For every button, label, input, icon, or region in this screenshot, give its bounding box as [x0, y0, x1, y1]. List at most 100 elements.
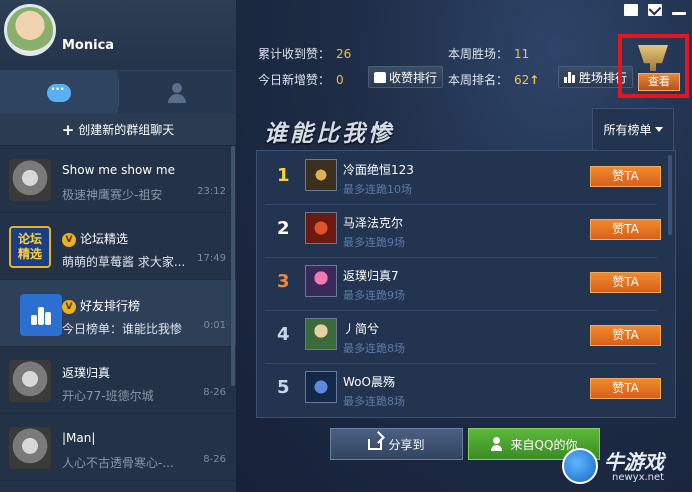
conversation-name: Show me show me: [62, 163, 175, 177]
list-scrollbar[interactable]: [668, 155, 672, 235]
conversation-message: 萌萌的草莓酱 求大家...: [62, 255, 186, 269]
like-button[interactable]: 赞TA: [590, 272, 661, 293]
conversation-message: 开心77-班德尔城: [62, 389, 154, 403]
like-button[interactable]: 赞TA: [590, 219, 661, 240]
loss-streak: 最多连跪9场: [343, 289, 405, 302]
weekly-rank-value: 62: [514, 73, 530, 87]
conversation-time: 8-26: [203, 387, 226, 398]
sidebar-scrollbar[interactable]: [231, 146, 235, 386]
total-likes-value: 26: [336, 47, 352, 61]
share-icon: [368, 438, 383, 450]
rank-number: 4: [277, 324, 290, 345]
create-group-button[interactable]: + 创建新的群组聊天: [0, 114, 236, 146]
tab-contacts[interactable]: [119, 71, 237, 114]
page-title: 谁能比我惨: [264, 121, 394, 147]
hero-avatar: [305, 265, 337, 297]
leaderboard-row: 1 冷面绝恒123 最多连跪10场 赞TA: [257, 151, 661, 204]
hero-avatar: [305, 159, 337, 191]
conversation-item[interactable]: |Man| 人心不古透骨寒心-... 8-26: [0, 414, 236, 481]
message-icon[interactable]: [624, 4, 638, 16]
sidebar-tabs: [0, 70, 236, 114]
conversation-name: V 好友排行榜: [62, 297, 140, 314]
forum-avatar-text: 论坛: [17, 232, 42, 246]
hero-avatar: [305, 371, 337, 403]
thumbs-up-icon: [374, 71, 386, 83]
caret-down-icon: [654, 127, 663, 132]
leaderboard-filter-dropdown[interactable]: 所有榜单: [592, 108, 674, 150]
player-name: 冷面绝恒123: [343, 163, 414, 177]
main-panel: 累计收到赞： 26 本周胜场： 11 今日新增赞： 0 收赞排行 本周排名： 62↑ 胜…: [236, 0, 692, 492]
avatar[interactable]: [4, 4, 56, 56]
likes-rank-label: 收赞排行: [389, 70, 438, 85]
weekly-wins-label: 本周胜场：: [448, 47, 509, 61]
hero-avatar: [305, 318, 337, 350]
conversation-time: 0:01: [203, 320, 226, 331]
arrow-up-icon: ↑: [529, 73, 540, 87]
filter-label: 所有榜单: [603, 123, 652, 137]
username: Monica: [62, 38, 115, 53]
conversation-name: |Man|: [62, 431, 96, 445]
player-name: 返璞归真7: [343, 269, 399, 283]
tab-messages[interactable]: [0, 71, 118, 114]
conversation-item[interactable]: 论坛 精选 V 论坛精选 萌萌的草莓酱 求大家... 17:49: [0, 213, 236, 280]
conversation-item[interactable]: Show me show me 极速神鹰赛少-祖安 23:12: [0, 146, 236, 213]
leaderboard-row: 4 丿简兮 最多连跪8场 赞TA: [257, 310, 661, 363]
avatar: [9, 427, 51, 469]
weekly-rank-label: 本周排名：: [448, 73, 509, 87]
conversation-name: V 论坛精选: [62, 230, 128, 247]
like-button[interactable]: 赞TA: [590, 378, 661, 399]
profile-header: Monica: [0, 0, 236, 70]
loss-streak: 最多连跪8场: [343, 342, 405, 355]
conversation-time: 8-26: [203, 454, 226, 465]
player-name: WoO晨殇: [343, 375, 395, 389]
hero-avatar: [305, 212, 337, 244]
share-button[interactable]: 分享到: [330, 428, 463, 460]
conversation-message: 人心不古透骨寒心-...: [62, 456, 174, 470]
conversation-name: 返璞归真: [62, 366, 111, 380]
sidebar: Monica + 创建新的群组聊天 Show me show me 极速神鹰赛少…: [0, 0, 236, 492]
chat-icon: [46, 82, 71, 102]
leaderboard-list: 1 冷面绝恒123 最多连跪10场 赞TA 2 马泽法克尔 最多连跪9场 赞TA…: [256, 150, 676, 418]
ranking-icon: [29, 303, 53, 327]
minimize-icon[interactable]: [672, 12, 686, 15]
rank-number: 3: [277, 271, 290, 292]
create-group-label: 创建新的群组聊天: [78, 123, 175, 137]
conversation-message: 极速神鹰赛少-祖安: [62, 188, 163, 202]
leaderboard-row: 5 WoO晨殇 最多连跪8场 赞TA: [257, 363, 661, 416]
loss-streak: 最多连跪8场: [343, 395, 405, 408]
mail-icon[interactable]: [648, 4, 662, 16]
rank-number: 2: [277, 218, 290, 239]
total-likes: 累计收到赞： 26: [258, 45, 351, 62]
bar-chart-icon: [564, 71, 576, 83]
leaderboard-row: 3 返璞归真7 最多连跪9场 赞TA: [257, 257, 661, 310]
conversation-name-text: 论坛精选: [80, 232, 129, 246]
vip-icon: V: [62, 233, 76, 247]
weekly-rank: 本周排名： 62↑: [448, 71, 539, 88]
weekly-wins: 本周胜场： 11: [448, 45, 529, 62]
new-likes-value: 0: [336, 73, 344, 87]
likes-rank-button[interactable]: 收赞排行: [368, 66, 444, 88]
conversation-item[interactable]: 返璞归真 开心77-班德尔城 8-26: [0, 347, 236, 414]
conversation-message: 今日榜单：谁能比我惨: [62, 322, 183, 336]
plus-icon: +: [61, 120, 75, 139]
view-button[interactable]: 查看: [638, 73, 680, 91]
like-button[interactable]: 赞TA: [590, 325, 661, 346]
forum-avatar-text: 精选: [17, 247, 42, 261]
share-label: 分享到: [388, 437, 425, 452]
conversation-time: 23:12: [197, 186, 226, 197]
view-badge-highlight[interactable]: 查看: [618, 34, 689, 98]
avatar: [9, 360, 51, 402]
loss-streak: 最多连跪9场: [343, 236, 405, 249]
add-user-icon: [490, 437, 505, 451]
watermark-title: 牛游戏: [604, 450, 664, 474]
conversation-time: 17:49: [197, 253, 226, 264]
new-likes: 今日新增赞： 0: [258, 71, 344, 88]
like-button[interactable]: 赞TA: [590, 166, 661, 187]
total-likes-label: 累计收到赞：: [258, 47, 331, 61]
leaderboard-row: 2 马泽法克尔 最多连跪9场 赞TA: [257, 204, 661, 257]
player-name: 丿简兮: [343, 322, 380, 336]
window-controls: [624, 4, 686, 16]
conversation-item[interactable]: V 好友排行榜 今日榜单：谁能比我惨 0:01: [0, 280, 236, 347]
trophy-icon: [638, 45, 668, 71]
new-likes-label: 今日新增赞：: [258, 73, 331, 87]
